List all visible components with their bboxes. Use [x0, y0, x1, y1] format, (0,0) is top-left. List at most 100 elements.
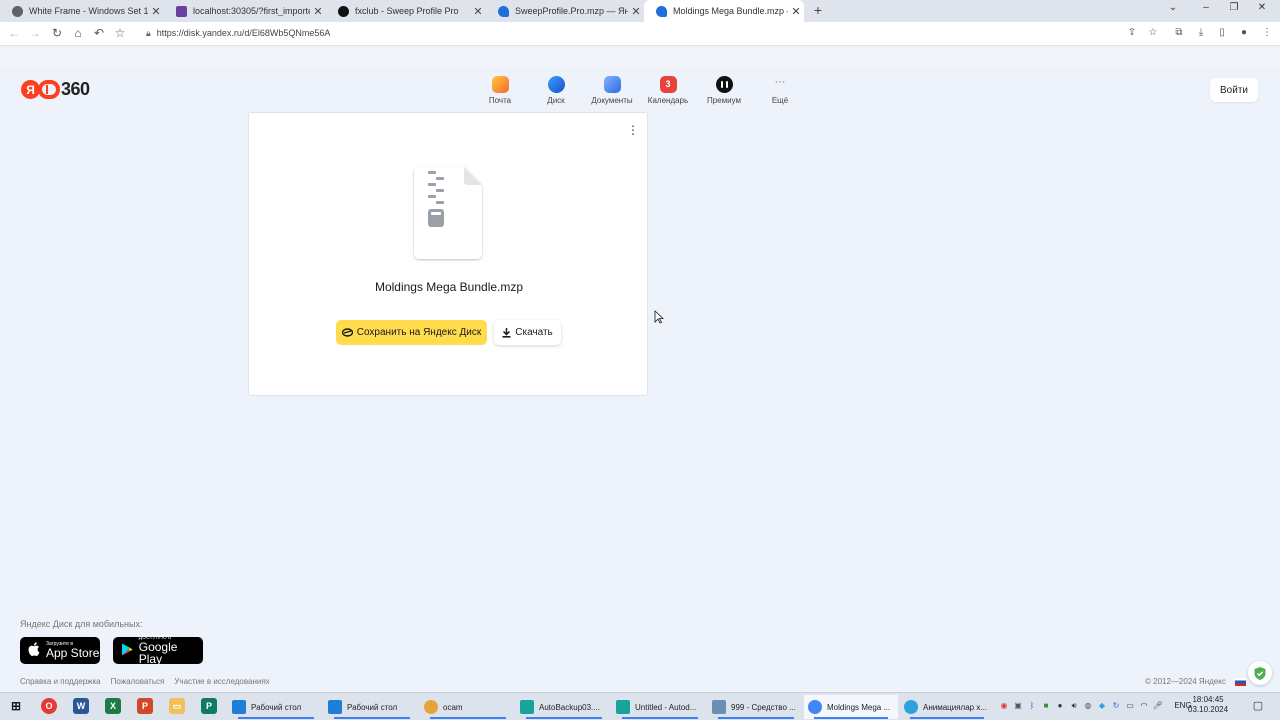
tray-record-icon[interactable]: ◉ [998, 701, 1010, 710]
menu-kebab-icon[interactable]: ⋮ [1260, 27, 1274, 38]
taskbar-app-label: 999 - Средство ... [731, 702, 796, 712]
close-icon[interactable]: ✕ [628, 5, 644, 18]
profile-icon[interactable]: ● [1237, 27, 1251, 38]
window-close-icon[interactable]: ✕ [1252, 2, 1272, 13]
tray-display-icon[interactable]: ▭ [1124, 701, 1136, 710]
taskbar-app-telegram[interactable]: Анимациялар х... [900, 695, 994, 719]
taskbar-app-chrome-active[interactable]: Moldings Mega ... [804, 695, 898, 719]
word-icon[interactable]: W [73, 698, 89, 714]
close-icon[interactable]: ✕ [470, 5, 486, 18]
taskbar-app-viewer[interactable]: 999 - Средство ... [708, 695, 804, 719]
home-icon[interactable]: ⌂ [70, 26, 86, 40]
google-play-badge[interactable]: ДОСТУПНО В Google Play [113, 636, 203, 665]
3dsmax-icon [616, 700, 630, 714]
tab-search-icon[interactable]: ⌄ [1163, 2, 1183, 13]
browser-tab-1[interactable]: White Frame - Windows Set 19 - ✕ [0, 0, 164, 22]
opera-icon[interactable]: O [41, 698, 57, 714]
service-label: Почта [488, 96, 512, 105]
tab-title: White Frame - Windows Set 19 - [29, 6, 148, 16]
ocam-icon [424, 700, 438, 714]
bluetooth-icon[interactable]: ᛒ [1026, 701, 1038, 710]
service-disk[interactable]: Диск [528, 76, 584, 105]
close-icon[interactable]: ✕ [310, 5, 326, 18]
taskbar-app-autobackup[interactable]: AutoBackup03.... [516, 695, 612, 719]
new-tab-button[interactable]: + [810, 2, 826, 20]
undo-icon[interactable]: ↶ [91, 26, 107, 40]
side-panel-icon[interactable]: ▯ [1215, 27, 1229, 38]
documents-icon [603, 76, 621, 93]
minimize-icon[interactable]: – [1196, 2, 1216, 13]
forward-arrow-icon[interactable]: → [27, 26, 43, 40]
taskbar-app-label: Untitled - Autod... [635, 702, 697, 712]
desktop-folder-icon [328, 700, 342, 714]
taskbar-clock[interactable]: 18:04:45 03.10.2024 [1188, 695, 1228, 715]
tray-app-icon[interactable]: ▣ [1012, 701, 1024, 710]
taskbar-app-ocam[interactable]: ocam [420, 695, 516, 719]
premium-icon [715, 76, 733, 93]
tray-telegram-icon[interactable]: ◆ [1096, 701, 1108, 710]
language-flag-icon[interactable] [1235, 678, 1246, 686]
taskbar-app-untitled-autodesk[interactable]: Untitled - Autod... [612, 695, 708, 719]
publisher-icon[interactable]: P [201, 698, 217, 714]
taskbar-app-desktop-1[interactable]: Рабочий стол [228, 695, 324, 719]
save-button-label: Сохранить на Яндекс Диск [356, 327, 482, 338]
excel-icon[interactable]: X [105, 698, 121, 714]
browser-tab-2[interactable]: localhost:30305/?first_importer_ ✕ [164, 0, 326, 22]
star-icon[interactable]: ☆ [1146, 27, 1160, 38]
tray-circle-icon[interactable]: ● [1054, 701, 1066, 710]
security-shield-icon[interactable] [1248, 661, 1272, 685]
service-premium[interactable]: Премиум [696, 76, 752, 105]
browser-tab-4[interactable]: SweepProfile.Pro.mzp — Яндекс ✕ [486, 0, 644, 22]
notifications-icon[interactable]: ▢ [1252, 699, 1264, 712]
url-field[interactable]: 🔒︎ https://disk.yandex.ru/d/El68Wb5QNme56… [146, 28, 330, 39]
browser-tab-5-active[interactable]: Moldings Mega Bundle.mzp — Я ✕ [644, 0, 804, 22]
service-mail[interactable]: Почта [472, 76, 528, 105]
share-icon[interactable]: ⇪ [1125, 27, 1139, 38]
close-icon[interactable]: ✕ [148, 5, 164, 18]
file-name: Moldings Mega Bundle.mzp [374, 280, 524, 294]
network-icon[interactable]: ◍ [1082, 701, 1094, 710]
close-icon[interactable]: ✕ [788, 5, 804, 18]
taskbar-app-desktop-2[interactable]: Рабочий стол [324, 695, 420, 719]
volume-icon[interactable]: 🔊︎ [1068, 701, 1080, 711]
save-to-disk-button[interactable]: Сохранить на Яндекс Диск [336, 320, 487, 345]
yandex-360-logo[interactable]: Я 360 [21, 79, 90, 100]
localhost-favicon-icon [176, 5, 187, 17]
footer-link-report[interactable]: Пожаловаться [111, 677, 165, 686]
disk-icon [547, 76, 565, 93]
mail-icon [491, 76, 509, 93]
mouse-cursor-icon [654, 310, 664, 324]
login-button[interactable]: Войти [1210, 78, 1258, 102]
service-label: Календарь [647, 96, 689, 105]
bookmark-star-icon[interactable]: ☆ [112, 26, 128, 40]
restore-icon[interactable]: ❐ [1224, 2, 1244, 13]
tab-title: localhost:30305/?first_importer_ [193, 6, 310, 16]
file-explorer-icon[interactable]: ▭ [169, 698, 185, 714]
reload-icon[interactable]: ↻ [49, 26, 65, 40]
service-more[interactable]: ··· Ещё [752, 76, 808, 105]
back-arrow-icon[interactable]: ← [6, 26, 22, 40]
download-button[interactable]: Скачать [494, 320, 561, 345]
nvidia-icon[interactable]: ■ [1040, 701, 1052, 710]
google-play-icon [119, 643, 135, 659]
download-icon[interactable]: ⤓ [1194, 27, 1208, 38]
windows-start-icon[interactable]: ⊞ [8, 698, 24, 714]
tab-title: Moldings Mega Bundle.mzp — Я [673, 6, 788, 16]
desktop-folder-icon [232, 700, 246, 714]
microphone-icon[interactable]: 🎤︎ [1152, 701, 1164, 710]
taskbar-app-label: Moldings Mega ... [827, 702, 891, 712]
footer-link-help[interactable]: Справка и поддержка [20, 677, 101, 686]
image-viewer-icon [712, 700, 726, 714]
clock-time: 18:04:45 [1192, 695, 1224, 704]
service-calendar[interactable]: 3 Календарь [640, 76, 696, 105]
powerpoint-icon[interactable]: P [137, 698, 153, 714]
more-options-icon[interactable]: ⋮ [627, 123, 639, 137]
app-store-badge[interactable]: Загрузите в App Store [20, 637, 100, 664]
service-documents[interactable]: Документы [584, 76, 640, 105]
copyright: © 2012—2024 Яндекс [1145, 677, 1226, 686]
tray-sync-icon[interactable]: ↻ [1110, 701, 1122, 710]
wifi-icon[interactable]: ◠ [1138, 701, 1150, 710]
browser-tab-3[interactable]: fxclub - Sweep Profile Pro ✕ [326, 0, 486, 22]
crop-icon[interactable]: ⧉ [1172, 27, 1186, 38]
footer-link-research[interactable]: Участие в исследованиях [174, 677, 269, 686]
